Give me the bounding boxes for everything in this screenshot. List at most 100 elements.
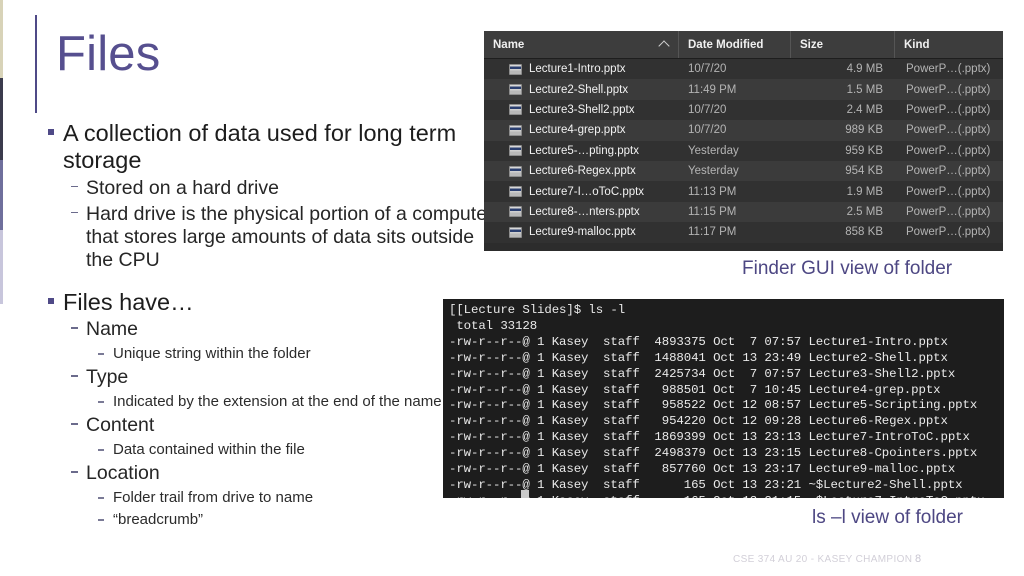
file-kind-cell: PowerP…(.pptx) [906,83,991,96]
edge-segment-2 [0,78,3,160]
file-name-label: Lecture7-I…oToC.pptx [529,185,645,198]
file-date-cell: 11:15 PM [688,205,737,218]
outline-item-text: Hard drive is the physical portion of a … [86,202,494,271]
bullet-dash-icon [71,211,78,213]
bullet-dash-icon [98,401,104,403]
caption-ls-view: ls –l view of folder [812,507,964,528]
file-name-cell[interactable]: Lecture4-grep.pptx [484,120,679,140]
file-kind-cell: PowerP…(.pptx) [906,185,991,198]
outline-item-level1: Files have… [48,289,503,316]
terminal-line: -rw-r--r--@ 1 Kasey staff 988501 Oct 7 1… [449,382,941,397]
terminal-line: -rw-r--r--@ 1 Kasey staff 1488041 Oct 13… [449,350,948,365]
file-name-cell[interactable]: Lecture3-Shell2.pptx [484,100,679,120]
footer-page-number: 8 [915,553,922,565]
file-size-cell: 858 KB [845,226,883,239]
finder-file-row[interactable]: Lecture9-malloc.pptx 11:17 PM 858 KB PowerP… [484,222,1003,243]
bullet-dash-icon [71,423,78,425]
file-size-cell: 959 KB [845,144,883,157]
edge-segment-5 [0,304,3,576]
file-name-cell[interactable]: Lecture1-Intro.pptx [484,59,679,79]
file-kind-cell: PowerP…(.pptx) [906,63,991,76]
file-name-label: Lecture2-Shell.pptx [529,83,629,96]
powerpoint-file-icon [509,63,522,75]
column-header-name[interactable]: Name [484,31,679,58]
file-name-label: Lecture1-Intro.pptx [529,63,626,76]
outline-item-text: Location [86,462,160,485]
file-kind-cell: PowerP…(.pptx) [906,103,991,116]
file-size-cell: 954 KB [845,165,883,178]
bullet-dash-icon [71,327,78,329]
column-header-kind[interactable]: Kind [895,31,1003,58]
finder-file-row[interactable]: Lecture5-…pting.pptx Yesterday 959 KB Power… [484,140,1003,161]
outline-item-level2: Type [48,366,503,389]
file-kind-cell: PowerP…(.pptx) [906,124,991,137]
file-name-cell[interactable]: Lecture9-malloc.pptx [484,222,679,242]
finder-file-row[interactable]: Lecture3-Shell2.pptx 10/7/20 2.4 MB PowerP…… [484,99,1003,121]
file-size-cell: 1.5 MB [846,83,883,96]
chevron-up-icon[interactable] [658,40,670,52]
outline-item-level1: A collection of data used for long term … [48,120,503,174]
powerpoint-file-icon [509,206,522,218]
file-size-cell: 1.9 MB [846,185,883,198]
outline-item-text: “breadcrumb” [113,511,204,529]
file-name-cell[interactable]: Lecture7-I…oToC.pptx [484,181,679,201]
bullet-dash-icon [71,471,78,473]
outline-item-text: Type [86,366,129,389]
file-date-cell: 10/7/20 [688,63,727,76]
finder-file-row[interactable]: Lecture1-Intro.pptx 10/7/20 4.9 MB PowerP…(… [484,59,1003,80]
powerpoint-file-icon [509,145,522,157]
column-header-date-modified[interactable]: Date Modified [679,31,791,58]
outline-item-text: Content [86,414,155,437]
file-date-cell: 11:13 PM [688,185,737,198]
file-name-cell[interactable]: Lecture2-Shell.pptx [484,79,679,99]
bullet-dash-icon [98,353,104,355]
file-name-label: Lecture6-Regex.pptx [529,165,636,178]
file-name-label: Lecture5-…pting.pptx [529,144,639,157]
footer-course-text: CSE 374 AU 20 - KASEY CHAMPION [733,554,913,565]
outline-item-text: Stored on a hard drive [86,176,279,199]
finder-file-row[interactable]: Lecture4-grep.pptx 10/7/20 989 KB PowerP…(.… [484,120,1003,141]
finder-window[interactable]: Name Date Modified Size Kind Lecture1-In… [484,31,1003,251]
outline-item-level3: “breadcrumb” [48,511,503,529]
finder-file-list: Lecture1-Intro.pptx 10/7/20 4.9 MB PowerP…(… [484,59,1003,243]
bullet-dash-icon [98,497,104,499]
column-header-kind-label: Kind [904,38,930,51]
file-name-label: Lecture4-grep.pptx [529,124,626,137]
finder-file-row[interactable]: Lecture7-I…oToC.pptx 11:13 PM 1.9 MB PowerP… [484,181,1003,202]
terminal-output: [[Lecture Slides]$ ls -l total 33128 -rw-… [449,303,1004,498]
outline-item-level3: Indicated by the extension at the end of… [48,393,503,411]
file-date-cell: Yesterday [688,144,739,157]
finder-file-row[interactable]: Lecture2-Shell.pptx 11:49 PM 1.5 MB PowerP…… [484,79,1003,100]
outline-item-level3: Folder trail from drive to name [48,489,503,507]
file-name-cell[interactable]: Lecture6-Regex.pptx [484,161,679,181]
terminal-line: -rw-r--r--@ 1 Kasey staff 4893375 Oct 7 … [449,334,948,349]
file-date-cell: Yesterday [688,165,739,178]
terminal-window[interactable]: [[Lecture Slides]$ ls -l total 33128 -rw-… [443,299,1004,498]
file-name-cell[interactable]: Lecture8-…nters.pptx [484,202,679,222]
slide-body-outline: A collection of data used for long term … [48,120,503,529]
file-size-cell: 2.4 MB [846,103,883,116]
terminal-line: [[Lecture Slides]$ ls -l [449,303,626,317]
file-date-cell: 10/7/20 [688,103,727,116]
outline-item-text: Files have… [63,288,194,315]
outline-item-level2: Location [48,462,503,485]
terminal-line: -rw-r--r--@ 1 Kasey staff 165 Oct 13 21:… [449,494,1004,498]
file-name-label: Lecture8-…nters.pptx [529,205,640,218]
terminal-cursor [521,490,529,498]
file-name-cell[interactable]: Lecture5-…pting.pptx [484,141,679,161]
outline-item-text: Unique string within the folder [113,345,311,363]
terminal-line: -rw-r--r--@ 1 Kasey staff 165 Oct 13 23:… [449,477,963,492]
terminal-line: -rw-r--r--@ 1 Kasey staff 1869399 Oct 13… [449,430,970,445]
outline-item-text: Folder trail from drive to name [113,489,314,507]
caption-finder-view: Finder GUI view of folder [742,258,953,279]
column-header-size[interactable]: Size [791,31,895,58]
powerpoint-file-icon [509,165,522,177]
outline-item-text: A collection of data used for long term … [63,120,457,173]
powerpoint-file-icon [509,104,522,116]
outline-item-level3: Data contained within the file [48,441,503,459]
terminal-line: total 33128 [449,318,538,333]
outline-item-level2: Hard drive is the physical portion of a … [48,203,503,272]
finder-file-row[interactable]: Lecture8-…nters.pptx 11:15 PM 2.5 MB PowerP… [484,201,1003,223]
finder-file-row[interactable]: Lecture6-Regex.pptx Yesterday 954 KB PowerP… [484,160,1003,182]
bullet-dash-icon [71,375,78,377]
